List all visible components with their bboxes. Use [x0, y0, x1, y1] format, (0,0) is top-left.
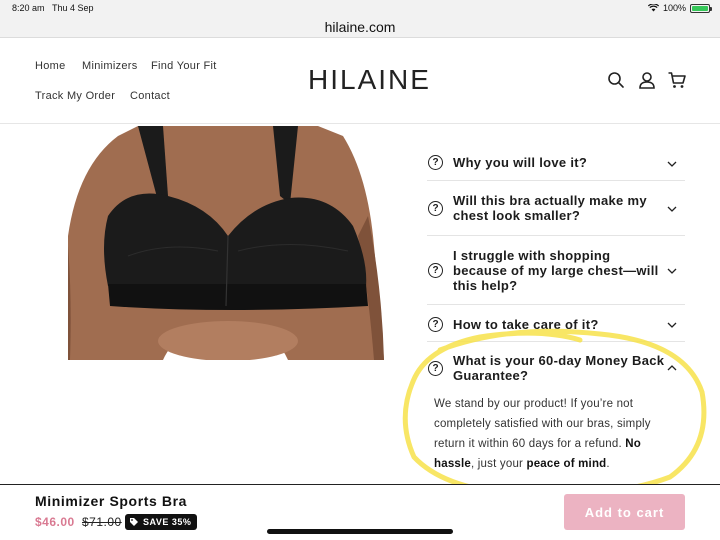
nav-track-my-order[interactable]: Track My Order — [35, 90, 115, 102]
faq-question: Why you will love it? — [453, 155, 588, 170]
account-icon[interactable] — [637, 70, 657, 90]
faq-answer: We stand by our product! If you’re not c… — [434, 394, 684, 474]
status-time: 8:20 am — [12, 3, 45, 13]
wifi-icon — [647, 4, 659, 12]
chevron-down-icon — [667, 268, 677, 274]
chevron-down-icon — [667, 206, 677, 212]
url-text: hilaine.com — [324, 18, 396, 35]
badge-text: SAVE 35% — [143, 517, 192, 527]
address-bar[interactable]: hilaine.com — [0, 16, 720, 38]
battery-icon — [690, 3, 712, 13]
status-bar: 8:20 am Thu 4 Sep 100% — [0, 0, 720, 16]
faq-item-guarantee[interactable]: ? What is your 60-day Money Back Guarant… — [427, 342, 685, 390]
faq-question: How to take care of it? — [453, 317, 599, 332]
chevron-up-icon — [667, 365, 677, 371]
faq-item-why-love[interactable]: ? Why you will love it? — [427, 142, 685, 181]
answer-mid: , just your — [471, 458, 527, 470]
sale-price: $46.00 — [35, 515, 75, 529]
faq-item-large-chest[interactable]: ? I struggle with shopping because of my… — [427, 236, 685, 305]
discount-badge: SAVE 35% — [125, 514, 198, 530]
faq-question: Will this bra actually make my chest loo… — [453, 193, 647, 223]
bra-model-image — [68, 126, 384, 360]
tag-icon — [130, 518, 138, 526]
site-header: Home Minimizers Find Your Fit Track My O… — [0, 38, 720, 124]
compare-price: $71.00 — [82, 515, 122, 529]
faq-item-smaller-chest[interactable]: ? Will this bra actually make my chest l… — [427, 181, 685, 236]
status-right: 100% — [647, 3, 712, 13]
search-icon[interactable] — [606, 70, 626, 90]
faq-item-care[interactable]: ? How to take care of it? — [427, 305, 685, 342]
chevron-down-icon — [667, 322, 677, 328]
faq-question: What is your 60-day Money Back Guarantee… — [453, 353, 665, 383]
home-indicator — [267, 529, 453, 534]
faq-question: I struggle with shopping because of my l… — [453, 248, 659, 293]
answer-bold-peace: peace of mind — [526, 458, 607, 470]
chevron-down-icon — [667, 161, 677, 167]
answer-end: . — [606, 458, 610, 470]
product-title: Minimizer Sports Bra — [35, 493, 188, 509]
nav-contact[interactable]: Contact — [130, 90, 170, 102]
site-logo[interactable]: HILAINE — [308, 64, 431, 96]
status-date: Thu 4 Sep — [52, 3, 94, 13]
nav-minimizers[interactable]: Minimizers — [82, 60, 138, 72]
cart-icon[interactable] — [667, 70, 687, 90]
nav-find-your-fit[interactable]: Find Your Fit — [151, 60, 217, 72]
add-to-cart-button[interactable]: Add to cart — [564, 494, 685, 530]
nav-home[interactable]: Home — [35, 60, 66, 72]
battery-percent: 100% — [662, 3, 686, 13]
faq-accordion: ? Why you will love it? ? Will this bra … — [427, 142, 685, 390]
product-image — [68, 126, 384, 360]
answer-text: We stand by our product! If you’re not c… — [434, 398, 651, 450]
